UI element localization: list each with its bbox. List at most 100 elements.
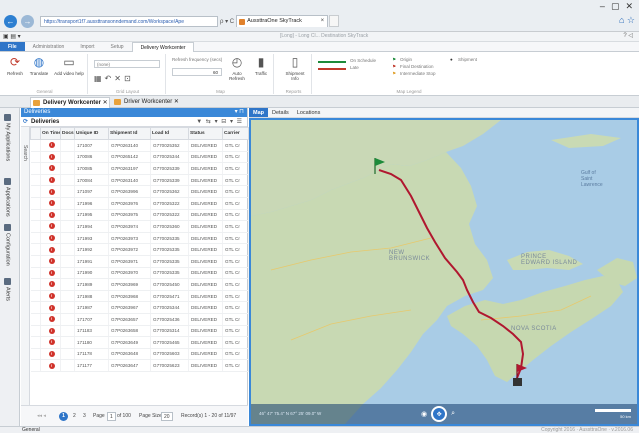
doc-tab-driver-workcenter[interactable]: Driver Workcenter ✕ <box>112 97 188 108</box>
quick-access-icons[interactable]: ▣ ▤ ▾ <box>3 33 21 40</box>
column-header[interactable]: Status <box>188 127 223 140</box>
minimize-button[interactable]: – <box>600 1 605 12</box>
label-gulf: Gulf of Saint Lawrence <box>581 170 603 188</box>
tab-map[interactable]: Map <box>249 108 268 117</box>
table-row[interactable]: ! 171177 G7P0263647 G770025623 DELIVERED GTL … <box>30 359 249 372</box>
nav-applications[interactable]: Applications <box>4 178 11 217</box>
column-header[interactable]: On Time <box>40 127 61 140</box>
column-header[interactable]: Docs <box>60 127 75 140</box>
late-alert-icon: ! <box>48 200 55 207</box>
add-video-help-button[interactable]: ▭ Add video help <box>54 56 84 77</box>
page-2-button[interactable]: 2 <box>73 412 76 421</box>
table-row[interactable]: ! 171987 G7P0263967 G770025344 DELIVERED GTL … <box>30 301 249 314</box>
table-row[interactable]: ! 170084 G7P0263140 G770025339 DELIVERED GTL … <box>30 174 249 187</box>
tab-details[interactable]: Details <box>268 108 293 117</box>
table-row[interactable]: ! 171994 G7P0263974 G770025360 DELIVERED GTL … <box>30 220 249 233</box>
ribbon-tab-setup[interactable]: Setup <box>102 42 131 51</box>
table-row[interactable]: ! 171989 G7P0263969 G770025450 DELIVERED GTL … <box>30 278 249 291</box>
ribbon-tab-administration[interactable]: Administration <box>25 42 73 51</box>
page-1-button[interactable]: 1 <box>59 412 68 421</box>
table-row[interactable]: ! 171995 G7P0263975 G770025322 DELIVERED GTL … <box>30 209 249 222</box>
close-tab-icon[interactable]: ✕ <box>103 100 108 106</box>
traffic-button[interactable]: ▮ Traffic <box>250 56 272 77</box>
close-tab-icon[interactable]: ✕ <box>174 99 179 105</box>
route-map[interactable]: NEW BRUNSWICK PRINCE EDWARD ISLAND NOVA SC… <box>249 118 639 426</box>
address-tools[interactable]: ρ ▾ C <box>220 18 234 25</box>
page-input[interactable]: 1 <box>107 412 116 421</box>
column-header[interactable]: Carrier <box>222 127 249 140</box>
late-alert-icon: ! <box>48 165 55 172</box>
forward-button[interactable]: → <box>21 14 34 28</box>
page-size-select[interactable]: 20 <box>161 412 173 421</box>
late-alert-icon: ! <box>48 235 55 242</box>
address-bar[interactable]: https://transport1f7.aussttransonndemand… <box>40 15 218 27</box>
page-of-label: of 100 <box>117 413 131 419</box>
shipment-info-button[interactable]: ▯ Shipment Info <box>282 56 308 82</box>
map-coordinates: 46° 47' 75.4" N 67° 25' 09.0" W <box>259 411 322 416</box>
search-sidebar[interactable]: Search <box>21 127 30 405</box>
browser-tab[interactable]: AussttraOne SkyTrack × <box>236 15 329 27</box>
refresh-button[interactable]: ⟳ Refresh <box>4 56 26 77</box>
help-icon[interactable]: ? ◁ <box>623 32 633 39</box>
refresh-frequency-input[interactable]: 60 <box>172 68 222 76</box>
nav-configuration[interactable]: Configuration <box>4 224 11 266</box>
translate-button[interactable]: ◍ Translate <box>28 56 50 77</box>
shipment-icon: ● <box>450 57 453 62</box>
table-row[interactable]: ! 171991 G7P0263971 G770025335 DELIVERED GTL … <box>30 255 249 268</box>
refresh-icon[interactable]: ⟳ <box>23 117 28 127</box>
column-header[interactable]: Unique ID <box>74 127 109 140</box>
table-row[interactable]: ! 170085 G7P0263197 G770025339 DELIVERED GTL … <box>30 162 249 175</box>
zoom-icon[interactable]: ⌕ <box>451 410 455 418</box>
table-row[interactable]: ! 171007 G7P0263140 G770025352 DELIVERED GTL … <box>30 139 249 152</box>
cell: 171097 <box>74 185 109 198</box>
cell: DELIVERED <box>188 197 223 210</box>
ribbon-tab-import[interactable]: Import <box>72 42 102 51</box>
eye-icon[interactable]: ◉ <box>421 410 427 418</box>
table-row[interactable]: ! 170086 G7P0265142 G770025344 DELIVERED GTL … <box>30 151 249 164</box>
tab-locations[interactable]: Locations <box>293 108 325 117</box>
cell: G7P0263970 <box>108 267 151 280</box>
column-header[interactable]: Load Id <box>150 127 189 140</box>
page-3-button[interactable]: 3 <box>83 412 86 421</box>
doc-tab-delivery-workcenter[interactable]: Delivery Workcenter ✕ <box>30 97 110 108</box>
pan-control[interactable]: ✥ <box>431 406 448 422</box>
table-row[interactable]: ! 171178 G7P0263648 G770025603 DELIVERED GTL … <box>30 348 249 361</box>
table-row[interactable]: ! 171707 G7P0263657 G770025436 DELIVERED GTL … <box>30 313 249 326</box>
grid-tools-icons[interactable]: ▼ ⇆ ▾ ⊟ ▾ ☰ <box>196 117 243 127</box>
map-controls: ◉ ✥ ⌕ <box>421 406 455 422</box>
table-row[interactable]: ! 171180 G7P0263649 G770025465 DELIVERED GTL … <box>30 336 249 349</box>
on-time-cell: ! <box>40 174 61 187</box>
table-row[interactable]: ! 171992 G7P0263972 G770025335 DELIVERED GTL … <box>30 243 249 256</box>
table-row[interactable]: ! 171990 G7P0263970 G770025335 DELIVERED GTL … <box>30 267 249 280</box>
pin-icon[interactable]: ▾ ⊓ <box>235 108 244 117</box>
column-header[interactable]: Shipment Id <box>108 127 151 140</box>
cell: G7P0263996 <box>108 185 151 198</box>
prev-page-icon[interactable]: ◂◂ ◂ <box>37 412 46 421</box>
cell: G770025344 <box>150 151 189 164</box>
column-header[interactable] <box>30 127 41 140</box>
maximize-button[interactable]: ▢ <box>611 1 620 12</box>
table-row[interactable]: ! 171993 G7P0263973 G770025335 DELIVERED GTL … <box>30 232 249 245</box>
label-new-brunswick: NEW BRUNSWICK <box>389 250 431 262</box>
on-time-cell: ! <box>40 220 61 233</box>
table-row[interactable]: ! 171183 G7P0263658 G770025314 DELIVERED GTL … <box>30 325 249 338</box>
page-label: Page <box>93 413 105 419</box>
cell: DELIVERED <box>188 220 223 233</box>
cell: G7P0263974 <box>108 220 151 233</box>
close-window-button[interactable]: ✕ <box>625 1 633 12</box>
cell: GTL Cr <box>222 290 249 303</box>
cell: 170086 <box>74 151 109 164</box>
new-tab-button[interactable] <box>329 15 340 27</box>
table-row[interactable]: ! 171988 G7P0263968 G770025471 DELIVERED GTL … <box>30 290 249 303</box>
ribbon-tab-file[interactable]: File <box>0 42 25 51</box>
auto-refresh-button[interactable]: ◴ Auto Refresh <box>226 56 248 82</box>
table-row[interactable]: ! 171097 G7P0263996 G770025362 DELIVERED GTL … <box>30 185 249 198</box>
grid-layout-select[interactable]: (none) <box>94 60 160 68</box>
back-button[interactable]: ← <box>4 14 17 28</box>
nav-my-applications[interactable]: My Applications <box>4 114 11 161</box>
close-tab-icon[interactable]: × <box>321 16 325 27</box>
nav-alerts[interactable]: Alerts <box>4 278 11 301</box>
home-icon[interactable]: ⌂ ☆ <box>619 15 635 26</box>
grid-layout-tools-icons[interactable]: ▦↶✕⊡ <box>94 74 134 83</box>
table-row[interactable]: ! 171996 G7P0263976 G770025322 DELIVERED GTL … <box>30 197 249 210</box>
